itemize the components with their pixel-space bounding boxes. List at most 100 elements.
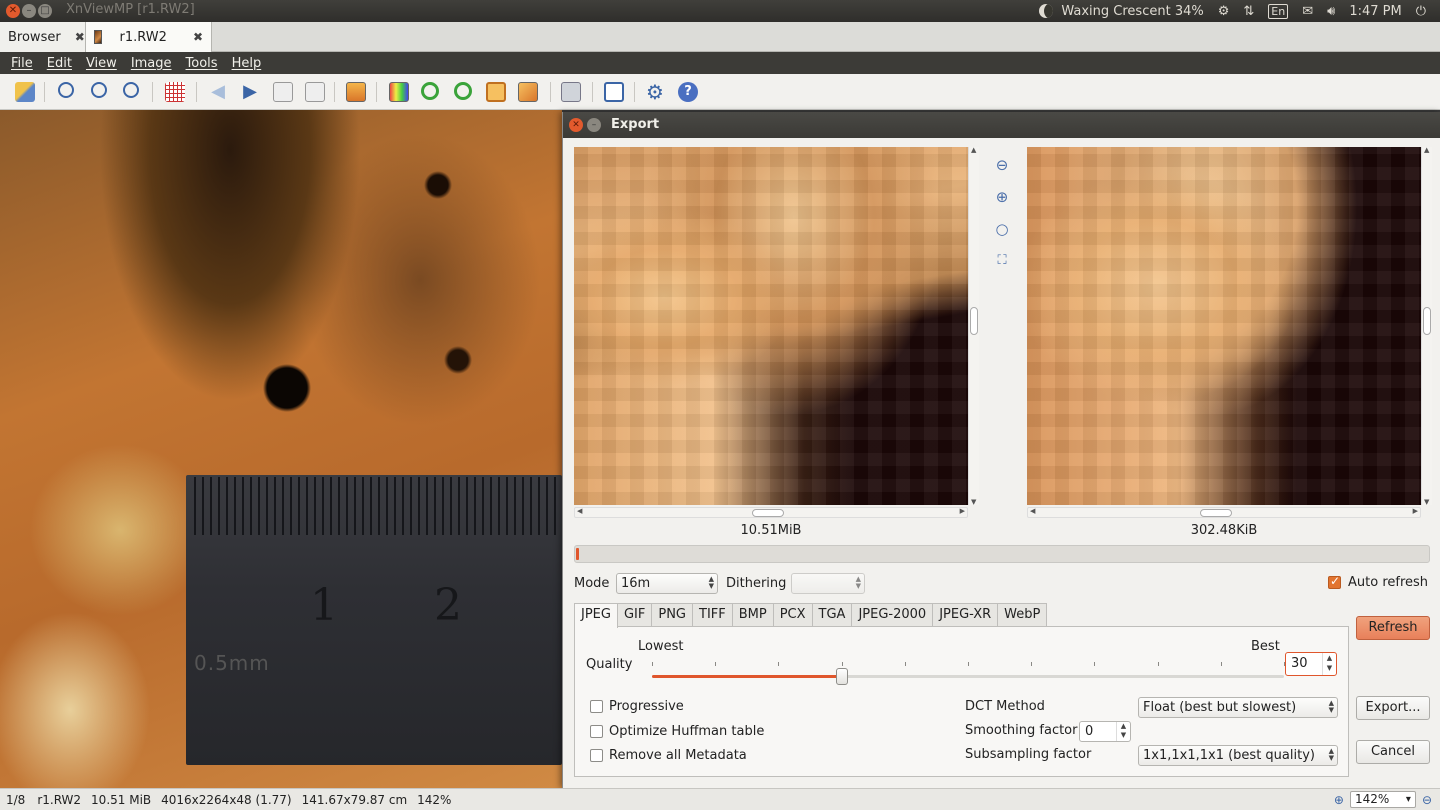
- scroll-handle[interactable]: [752, 509, 784, 517]
- fullscreen-icon[interactable]: [346, 82, 366, 102]
- moon-indicator[interactable]: Waxing Crescent 34%: [1039, 4, 1204, 19]
- ruler-in-photo: 1 2 0.5mm: [186, 475, 562, 765]
- window-maximize-button[interactable]: □: [38, 4, 52, 18]
- optimize-huffman-checkbox[interactable]: [590, 725, 603, 738]
- tab-tga[interactable]: TGA: [811, 603, 853, 627]
- tab-gif[interactable]: GIF: [616, 603, 653, 627]
- tab-jpeg[interactable]: JPEG: [574, 603, 618, 628]
- scroll-handle[interactable]: [1423, 307, 1431, 335]
- zoom-in-icon[interactable]: [58, 82, 74, 98]
- menu-tools[interactable]: Tools: [186, 56, 218, 71]
- menu-view[interactable]: View: [86, 56, 117, 71]
- status-dimensions: 4016x2264x48 (1.77): [161, 792, 292, 807]
- network-icon[interactable]: ⇅: [1243, 4, 1254, 19]
- toolbar-separator: [376, 82, 377, 102]
- preview-horizontal-scrollbar[interactable]: ◀ ▶: [1027, 507, 1421, 518]
- browser-tree-icon[interactable]: [15, 82, 35, 102]
- zoom-in-icon[interactable]: ⊕: [993, 188, 1011, 206]
- zoom-out-icon[interactable]: [123, 82, 139, 98]
- first-icon[interactable]: [273, 82, 293, 102]
- settings-icon[interactable]: ⚙: [1218, 4, 1230, 19]
- keyboard-layout-indicator[interactable]: En: [1268, 3, 1289, 19]
- close-tab-icon[interactable]: ✖: [75, 30, 85, 44]
- zoom-fit-icon[interactable]: ⛶: [993, 252, 1011, 270]
- subsampling-select[interactable]: 1x1,1x1,1x1 (best quality) ▲ ▼: [1138, 745, 1338, 766]
- quality-slider[interactable]: [652, 675, 1284, 678]
- power-icon[interactable]: ⏻: [1416, 4, 1426, 19]
- quality-slider-handle[interactable]: [835, 668, 848, 685]
- mode-select[interactable]: 16m ▲ ▼: [616, 573, 718, 594]
- tab-bmp[interactable]: BMP: [731, 603, 774, 627]
- remove-metadata-checkbox[interactable]: [590, 749, 603, 762]
- cancel-button[interactable]: Cancel: [1356, 740, 1430, 764]
- help-icon[interactable]: ?: [678, 82, 698, 102]
- menu-help[interactable]: Help: [232, 56, 262, 71]
- menu-edit[interactable]: Edit: [47, 56, 72, 71]
- toolbar-separator: [334, 82, 335, 102]
- window-minimize-button[interactable]: –: [22, 4, 36, 18]
- tab-label: Browser: [8, 29, 61, 45]
- tab-browser[interactable]: Browser ✖: [0, 22, 86, 52]
- resize-icon[interactable]: [518, 82, 538, 102]
- optimize-huffman-label: Optimize Huffman table: [609, 724, 765, 739]
- previous-icon[interactable]: ◀: [208, 82, 228, 102]
- print-icon[interactable]: [561, 82, 581, 102]
- dialog-minimize-button[interactable]: –: [587, 118, 601, 132]
- progress-fill: [576, 548, 579, 560]
- toolbar-separator: [152, 82, 153, 102]
- quality-tick: [1157, 662, 1159, 666]
- next-icon[interactable]: ▶: [240, 82, 260, 102]
- original-horizontal-scrollbar[interactable]: ◀ ▶: [574, 507, 968, 518]
- quality-tick: [715, 662, 717, 666]
- zoom-out-icon[interactable]: ⊖: [993, 156, 1011, 174]
- dct-method-label: DCT Method: [965, 699, 1045, 714]
- clock[interactable]: 1:47 PM: [1349, 4, 1401, 19]
- tab-pcx[interactable]: PCX: [772, 603, 813, 627]
- rotate-right-icon[interactable]: [454, 82, 472, 100]
- tab-jpeg-2000[interactable]: JPEG-2000: [851, 603, 934, 627]
- rotate-left-icon[interactable]: [421, 82, 439, 100]
- original-preview[interactable]: [574, 147, 968, 505]
- toolbar-separator: [634, 82, 635, 102]
- dct-method-select[interactable]: Float (best but slowest) ▲ ▼: [1138, 697, 1338, 718]
- last-icon[interactable]: [305, 82, 325, 102]
- zoom-actual-icon[interactable]: ○: [993, 220, 1011, 238]
- auto-refresh-checkbox[interactable]: [1328, 574, 1341, 589]
- mail-icon[interactable]: ✉: [1302, 4, 1313, 19]
- volume-icon[interactable]: 🔊︎: [1327, 4, 1335, 19]
- dialog-close-button[interactable]: ✕: [569, 118, 583, 132]
- quality-tick: [968, 662, 969, 666]
- tab-tiff[interactable]: TIFF: [692, 603, 733, 627]
- export-preview[interactable]: [1027, 147, 1421, 505]
- tab-png[interactable]: PNG: [651, 603, 693, 627]
- tab-webp[interactable]: WebP: [997, 603, 1048, 627]
- close-tab-icon[interactable]: ✖: [193, 30, 203, 44]
- tab-jpeg-xr[interactable]: JPEG-XR: [932, 603, 999, 627]
- gear-icon[interactable]: ⚙: [645, 82, 665, 102]
- window-close-button[interactable]: ✕: [6, 4, 20, 18]
- mode-value: 16m: [621, 576, 651, 591]
- zoom-in-icon[interactable]: ⊕: [1334, 793, 1344, 807]
- scroll-handle[interactable]: [1200, 509, 1232, 517]
- grid-icon[interactable]: [165, 82, 185, 102]
- dithering-select[interactable]: ▲ ▼: [791, 573, 865, 594]
- tab-image[interactable]: r1.RW2 ✖: [86, 22, 212, 52]
- fit-window-icon[interactable]: [604, 82, 624, 102]
- quality-spinbox[interactable]: 30 ▲ ▼: [1285, 652, 1337, 676]
- zoom-out-icon[interactable]: ⊖: [1422, 793, 1432, 807]
- progressive-checkbox[interactable]: [590, 700, 603, 713]
- adjust-colors-icon[interactable]: [389, 82, 409, 102]
- zoom-select[interactable]: 142%: [1349, 791, 1416, 808]
- preview-vertical-scrollbar[interactable]: ▲ ▼: [1421, 146, 1432, 506]
- menu-file[interactable]: File: [11, 56, 33, 71]
- image-viewer[interactable]: 1 2 0.5mm: [0, 110, 562, 788]
- status-filename: r1.RW2: [37, 792, 82, 807]
- scroll-handle[interactable]: [970, 307, 978, 335]
- zoom-fit-icon[interactable]: [91, 82, 107, 98]
- menu-image[interactable]: Image: [131, 56, 172, 71]
- crop-icon[interactable]: [486, 82, 506, 102]
- smoothing-spinbox[interactable]: 0 ▲ ▼: [1079, 721, 1131, 742]
- refresh-button[interactable]: Refresh: [1356, 616, 1430, 640]
- export-button[interactable]: Export...: [1356, 696, 1430, 720]
- original-vertical-scrollbar[interactable]: ▲ ▼: [968, 146, 979, 506]
